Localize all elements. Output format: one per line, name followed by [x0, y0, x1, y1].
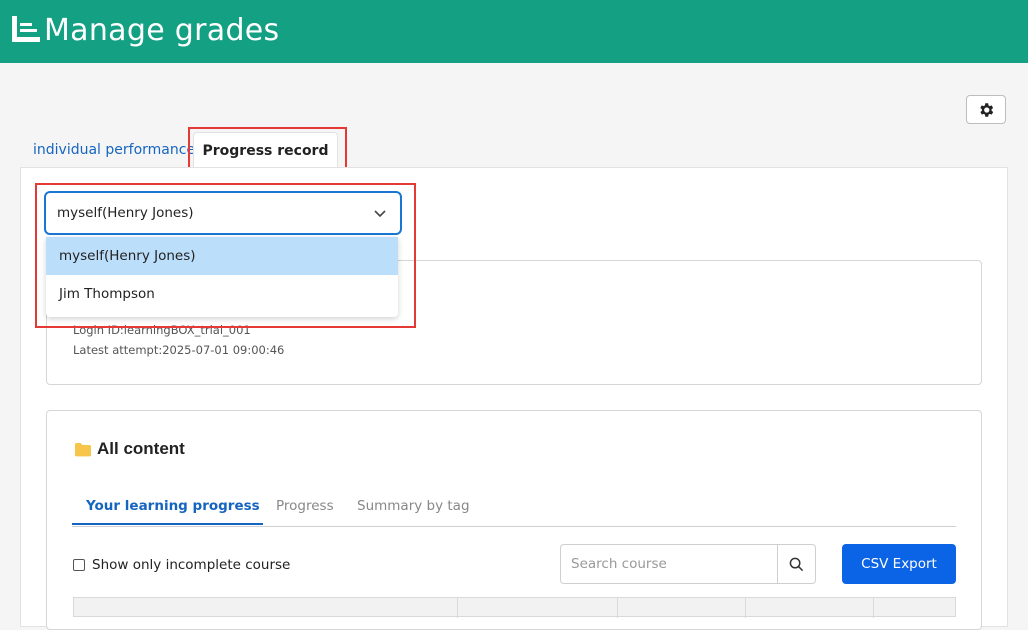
content-section-title: All content [74, 439, 185, 459]
page-title: Manage grades [44, 13, 280, 48]
tab-progress[interactable]: Progress [276, 498, 334, 514]
active-tab-underline [72, 523, 263, 525]
select-highlight-outline [35, 183, 416, 328]
search-course-input[interactable] [560, 544, 778, 584]
table-column-divider [745, 598, 746, 618]
tab-individual-performance[interactable]: individual performance [33, 142, 195, 158]
tab-highlight-outline [188, 127, 347, 171]
list-chart-logo-icon [12, 16, 40, 42]
incomplete-filter-label: Show only incomplete course [92, 557, 291, 573]
folder-icon [75, 442, 91, 456]
app-header: Manage grades [0, 0, 1028, 63]
search-icon [789, 557, 804, 571]
top-tabs: individual performance Progress record [20, 131, 1008, 168]
content-card: All content Your learning progress Progr… [46, 410, 982, 630]
course-table-header [73, 597, 956, 618]
table-column-divider [873, 598, 874, 618]
gear-icon [980, 102, 994, 117]
csv-export-button[interactable]: CSV Export [842, 544, 956, 584]
incomplete-filter-checkbox[interactable]: Show only incomplete course [73, 557, 290, 573]
tab-summary-by-tag[interactable]: Summary by tag [357, 498, 470, 514]
latest-attempt-text: Latest attempt:2025-07-01 09:00:46 [73, 343, 285, 357]
tab-your-learning-progress[interactable]: Your learning progress [86, 498, 260, 514]
table-column-divider [457, 598, 458, 618]
table-column-divider [617, 598, 618, 618]
checkbox[interactable] [73, 559, 85, 571]
content-title-text: All content [97, 439, 185, 458]
search-button[interactable] [777, 544, 816, 584]
settings-button[interactable] [966, 95, 1006, 124]
content-tabs: Your learning progress Progress Summary … [72, 496, 956, 527]
